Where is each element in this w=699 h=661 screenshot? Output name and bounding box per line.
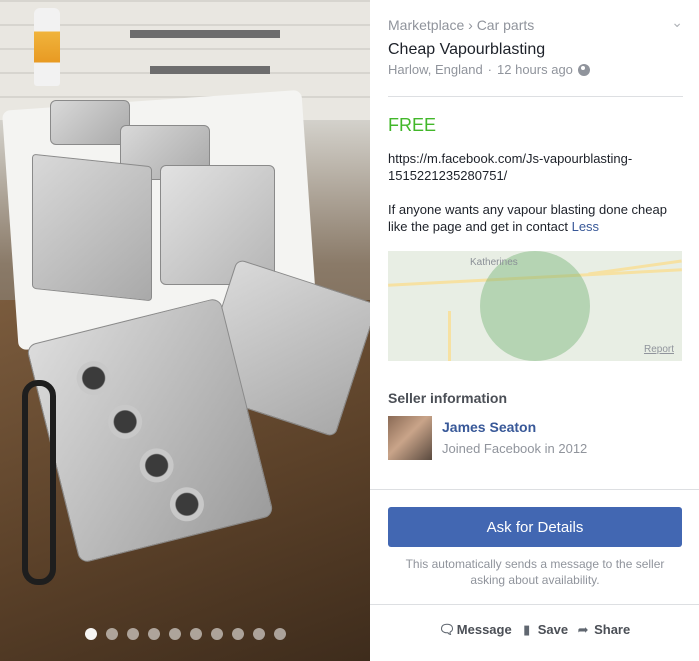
messenger-icon: 🗨 — [438, 621, 456, 637]
photo-dot[interactable] — [189, 628, 202, 640]
listing-title: Cheap Vapourblasting — [388, 41, 546, 58]
globe-icon — [577, 63, 590, 76]
listing-description-text: If anyone wants any vapour blasting done… — [388, 202, 667, 234]
listing-location[interactable]: Harlow, England — [388, 62, 483, 77]
photo-dot[interactable] — [210, 628, 223, 640]
listing-photo[interactable] — [0, 0, 370, 661]
save-label: Save — [537, 622, 569, 637]
divider — [388, 96, 683, 97]
photo-shelf — [150, 66, 270, 74]
photo-dot[interactable] — [273, 628, 286, 640]
ask-note: This automatically sends a message to th… — [405, 557, 665, 587]
listing-url-line1[interactable]: https://m.facebook.com/Js-vapourblasting… — [388, 150, 688, 167]
breadcrumb[interactable]: Marketplace › Car parts — [388, 17, 534, 33]
photo-hole — [166, 483, 208, 525]
photo-dot[interactable] — [147, 628, 160, 640]
ask-for-details-button[interactable]: Ask for Details — [388, 507, 682, 547]
divider — [370, 604, 699, 605]
photo-bottle — [34, 8, 60, 86]
photo-hole — [104, 401, 146, 443]
action-bar: 🗨 Message ▮ Save ➦ Share — [370, 622, 699, 637]
listing-description: https://m.facebook.com/Js-vapourblasting… — [388, 150, 688, 235]
seller-joined: Joined Facebook in 2012 — [442, 441, 588, 456]
meta-separator: · — [487, 62, 493, 77]
share-label: Share — [594, 622, 631, 637]
photo-pagination[interactable] — [0, 628, 370, 640]
location-map[interactable]: Katherines Report — [388, 251, 682, 361]
photo-engine-part — [50, 100, 130, 145]
message-label: Message — [456, 622, 512, 637]
message-button[interactable]: 🗨 Message — [439, 622, 512, 637]
photo-dot[interactable] — [126, 628, 139, 640]
chevron-down-icon[interactable]: ⌄ — [671, 14, 683, 31]
photo-gasket — [22, 380, 56, 585]
map-report-link[interactable]: Report — [644, 344, 674, 355]
photo-dot[interactable] — [84, 628, 97, 640]
photo-dot[interactable] — [168, 628, 181, 640]
listing-meta: Harlow, England · 12 hours ago — [388, 62, 590, 77]
save-button[interactable]: ▮ Save — [520, 622, 568, 637]
avatar[interactable] — [388, 416, 432, 460]
less-link[interactable]: Less — [572, 219, 599, 234]
bookmark-icon: ▮ — [523, 621, 531, 637]
seller-name[interactable]: James Seaton — [442, 419, 536, 435]
listing-url-line2[interactable]: 1515221235280751/ — [388, 167, 688, 184]
photo-hole — [73, 357, 115, 399]
seller-heading: Seller information — [388, 390, 508, 406]
photo-oil-sump — [32, 153, 152, 302]
photo-shelf — [130, 30, 280, 38]
photo-dot[interactable] — [105, 628, 118, 640]
map-town-label: Katherines — [470, 257, 518, 268]
listing-time: 12 hours ago — [497, 62, 573, 77]
listing-price: FREE — [388, 115, 437, 135]
photo-dot[interactable] — [252, 628, 265, 640]
photo-hole — [136, 444, 178, 487]
share-button[interactable]: ➦ Share — [576, 621, 631, 637]
share-icon: ➦ — [577, 621, 589, 637]
listing-details-panel: Marketplace › Car parts ⌄ Cheap Vapourbl… — [370, 0, 699, 661]
photo-dot[interactable] — [231, 628, 244, 640]
map-road — [448, 311, 451, 361]
divider — [370, 489, 699, 490]
